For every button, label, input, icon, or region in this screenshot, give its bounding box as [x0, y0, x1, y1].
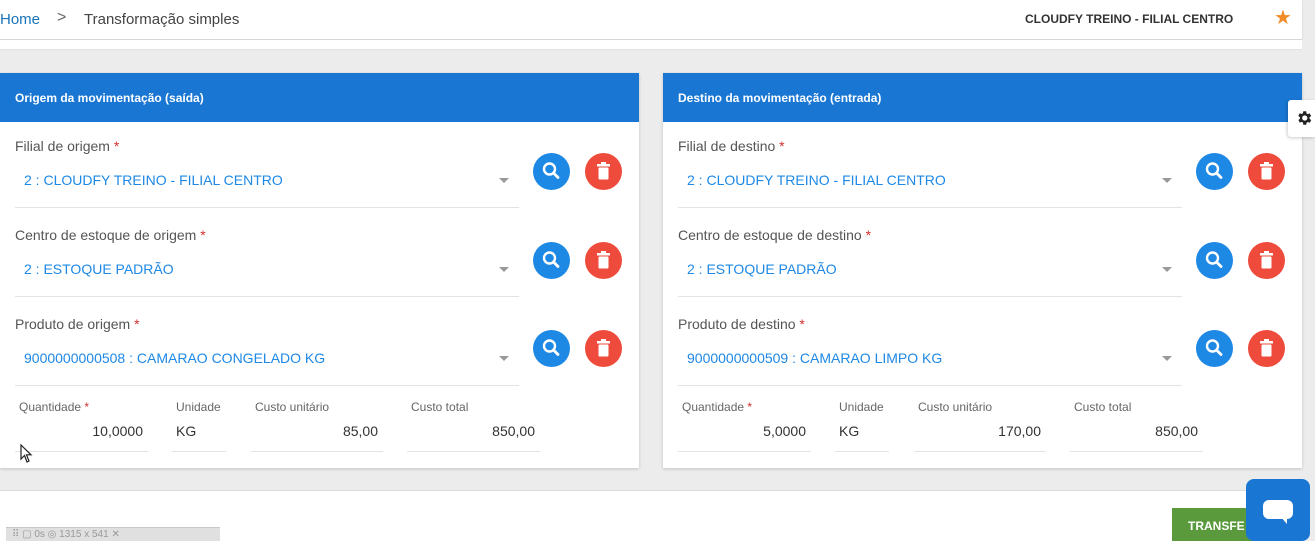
search-icon: [1205, 162, 1223, 179]
origin-product-value: 9000000000508 : CAMARAO CONGELADO KG: [24, 350, 326, 366]
chevron-down-icon[interactable]: [499, 178, 509, 183]
header-strip: [0, 40, 1302, 50]
origin-quantity-value: 10,0000: [92, 423, 143, 439]
trash-icon: [1260, 339, 1273, 357]
origin-branch-search-button[interactable]: [533, 153, 570, 190]
chevron-down-icon[interactable]: [1162, 356, 1172, 361]
recorder-status-bar: ⠿ ▢ 0s ◎ 1315 x 541 ✕: [6, 527, 220, 541]
destination-branch-delete-button[interactable]: [1248, 153, 1285, 190]
search-icon: [1205, 251, 1223, 268]
origin-stock-center-search-button[interactable]: [533, 242, 570, 279]
destination-unit-cost-value: 170,00: [998, 423, 1041, 439]
destination-unit-cost-field: Custo unitário 170,00: [914, 399, 1046, 452]
origin-product-label: Produto de origem *: [15, 316, 140, 332]
origin-branch-value: 2 : CLOUDFY TREINO - FILIAL CENTRO: [24, 172, 283, 188]
destination-product-value: 9000000000509 : CAMARAO LIMPO KG: [687, 350, 943, 366]
origin-unit-value: KG: [176, 423, 197, 439]
origin-stock-center-label: Centro de estoque de origem *: [15, 227, 206, 243]
breadcrumb-current: Transformação simples: [84, 11, 240, 28]
destination-stock-center-delete-button[interactable]: [1248, 242, 1285, 279]
origin-product-delete-button[interactable]: [585, 330, 622, 367]
trash-icon: [597, 339, 610, 357]
destination-unit-value: KG: [839, 423, 860, 439]
origin-total-cost-value: 850,00: [492, 423, 535, 439]
destination-panel-title: Destino da movimentação (entrada): [663, 73, 1302, 122]
trash-icon: [597, 251, 610, 269]
search-icon: [1205, 339, 1223, 356]
gear-icon: [1298, 111, 1312, 125]
search-icon: [542, 251, 560, 268]
destination-product-delete-button[interactable]: [1248, 330, 1285, 367]
breadcrumb-separator: >: [57, 9, 67, 26]
origin-branch-field[interactable]: Filial de origem * 2 : CLOUDFY TREINO - …: [15, 138, 519, 208]
origin-total-cost-field: Custo total 850,00: [407, 399, 540, 452]
breadcrumb-home-link[interactable]: Home: [0, 11, 40, 28]
origin-stock-center-value: 2 : ESTOQUE PADRÃO: [24, 261, 174, 277]
destination-quantity-value: 5,0000: [763, 423, 806, 439]
destination-panel: Destino da movimentação (entrada) Filial…: [663, 73, 1302, 468]
destination-product-field[interactable]: Produto de destino * 9000000000509 : CAM…: [678, 316, 1182, 386]
chevron-down-icon[interactable]: [1162, 178, 1172, 183]
trash-icon: [1260, 162, 1273, 180]
origin-unit-cost-field: Custo unitário 85,00: [251, 399, 383, 452]
chevron-down-icon[interactable]: [499, 356, 509, 361]
search-icon: [542, 162, 560, 179]
destination-stock-center-field[interactable]: Centro de estoque de destino * 2 : ESTOQ…: [678, 227, 1182, 297]
chat-button[interactable]: [1246, 479, 1310, 541]
trash-icon: [597, 162, 610, 180]
destination-total-cost-field: Custo total 850,00: [1070, 399, 1203, 452]
destination-stock-center-value: 2 : ESTOQUE PADRÃO: [687, 261, 837, 277]
destination-stock-center-label: Centro de estoque de destino *: [678, 227, 872, 243]
chevron-down-icon[interactable]: [1162, 267, 1172, 272]
destination-product-label: Produto de destino *: [678, 316, 805, 332]
origin-quantity-input[interactable]: Quantidade * 10,0000: [15, 399, 148, 452]
top-bar: Home > Transformação simples CLOUDFY TRE…: [0, 0, 1302, 40]
chat-icon: [1263, 500, 1293, 519]
origin-stock-center-delete-button[interactable]: [585, 242, 622, 279]
star-icon[interactable]: ★: [1274, 8, 1292, 28]
origin-panel: Origem da movimentação (saída) Filial de…: [0, 73, 639, 468]
settings-tab[interactable]: [1288, 100, 1315, 137]
origin-branch-label: Filial de origem *: [15, 138, 120, 154]
company-name: CLOUDFY TREINO - FILIAL CENTRO: [1025, 12, 1234, 26]
origin-product-search-button[interactable]: [533, 330, 570, 367]
destination-branch-value: 2 : CLOUDFY TREINO - FILIAL CENTRO: [687, 172, 946, 188]
destination-branch-label: Filial de destino *: [678, 138, 785, 154]
origin-panel-title: Origem da movimentação (saída): [0, 73, 639, 122]
search-icon: [542, 339, 560, 356]
destination-product-search-button[interactable]: [1196, 330, 1233, 367]
destination-stock-center-search-button[interactable]: [1196, 242, 1233, 279]
destination-branch-search-button[interactable]: [1196, 153, 1233, 190]
origin-product-field[interactable]: Produto de origem * 9000000000508 : CAMA…: [15, 316, 519, 386]
origin-branch-delete-button[interactable]: [585, 153, 622, 190]
mouse-cursor-icon: [20, 444, 33, 463]
chevron-down-icon[interactable]: [499, 267, 509, 272]
destination-quantity-input[interactable]: Quantidade * 5,0000: [678, 399, 811, 452]
origin-stock-center-field[interactable]: Centro de estoque de origem * 2 : ESTOQU…: [15, 227, 519, 297]
trash-icon: [1260, 251, 1273, 269]
origin-unit-field: Unidade KG: [172, 399, 226, 452]
destination-branch-field[interactable]: Filial de destino * 2 : CLOUDFY TREINO -…: [678, 138, 1182, 208]
destination-unit-field: Unidade KG: [835, 399, 889, 452]
destination-total-cost-value: 850,00: [1155, 423, 1198, 439]
origin-unit-cost-value: 85,00: [342, 423, 378, 439]
